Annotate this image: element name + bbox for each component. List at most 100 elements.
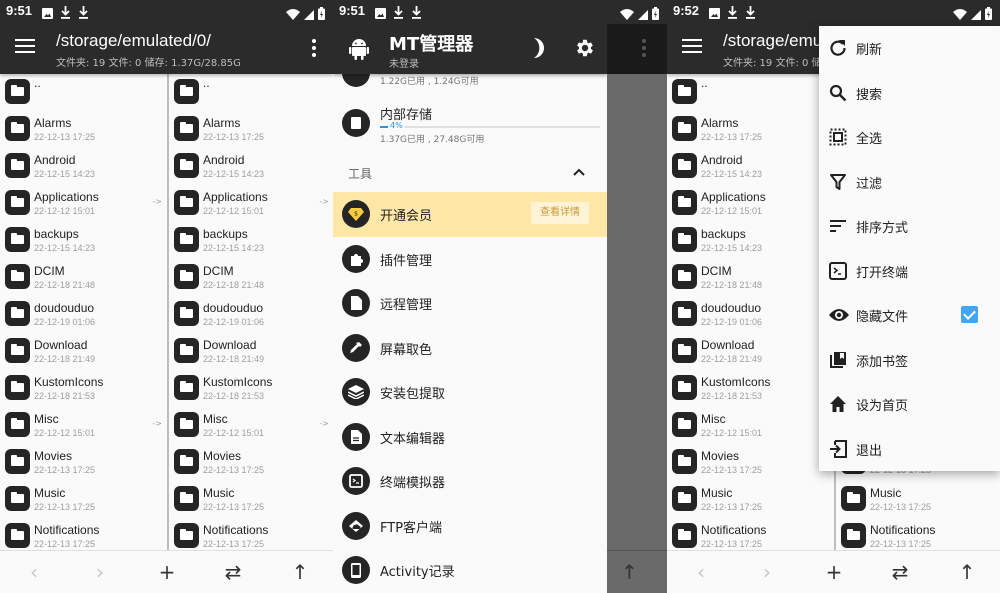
add-button[interactable]: + <box>156 561 178 583</box>
file-row[interactable]: Misc22-12-12 15:01-> <box>667 407 833 444</box>
file-row[interactable]: Android 22-12-15 14:23 <box>667 148 833 185</box>
settings-gear-icon[interactable] <box>574 37 596 63</box>
file-name: KustomIcons <box>203 375 273 389</box>
drawer-item[interactable]: 插件管理 <box>333 237 607 282</box>
more-options-button[interactable] <box>642 39 646 57</box>
drawer-scrim[interactable] <box>607 24 667 593</box>
parent-directory[interactable]: .. <box>0 74 166 111</box>
menu-item[interactable]: 设为首页 <box>819 382 1000 427</box>
file-row[interactable]: backups 22-12-15 14:23 <box>0 222 166 259</box>
up-button[interactable]: ↑ <box>956 561 978 583</box>
swap-panes-button[interactable]: ⇄ <box>889 561 911 583</box>
folder-icon <box>672 449 697 474</box>
layers-icon <box>342 378 370 406</box>
drawer-item[interactable]: 屏幕取色 <box>333 326 607 371</box>
folder-icon <box>5 153 30 178</box>
refresh-icon <box>829 39 847 57</box>
file-name: Movies <box>203 449 242 463</box>
file-row[interactable]: Music 22-12-13 17:25 <box>169 481 333 518</box>
back-button[interactable]: ‹ <box>23 561 45 583</box>
file-row[interactable]: Movies 22-12-13 17:25 <box>0 444 166 481</box>
file-row[interactable]: Notifications 22-12-13 17:25 <box>169 518 333 550</box>
file-row[interactable]: Notifications 22-12-13 17:25 <box>0 518 166 550</box>
parent-directory[interactable]: .. <box>169 74 333 111</box>
chevron-up-icon <box>573 165 585 179</box>
view-details-button[interactable]: 查看详情 <box>531 202 589 224</box>
parent-directory[interactable]: .. <box>667 74 833 111</box>
forward-button[interactable]: › <box>89 561 111 583</box>
file-row[interactable]: DCIM 22-12-18 21:48 <box>169 259 333 296</box>
file-row[interactable]: Misc22-12-12 15:01-> <box>0 407 166 444</box>
file-date: 22-12-13 17:25 <box>203 132 265 142</box>
battery-charging-icon <box>652 5 659 24</box>
file-row[interactable]: Download 22-12-18 21:49 <box>169 333 333 370</box>
folder-icon <box>174 190 199 215</box>
menu-item[interactable]: 刷新 <box>819 26 1000 71</box>
menu-item[interactable]: 排序方式 <box>819 204 1000 249</box>
login-status[interactable]: 未登录 <box>389 55 419 70</box>
file-row[interactable]: KustomIcons 22-12-18 21:53 <box>0 370 166 407</box>
drawer-item[interactable]: 远程管理 <box>333 281 607 326</box>
left-pane[interactable]: .. Alarms 22-12-13 17:25 Android 22-12-15 14… <box>0 74 166 550</box>
more-options-button[interactable] <box>311 39 317 59</box>
left-pane[interactable]: .. Alarms 22-12-13 17:25 Android 22-12-15 14… <box>667 74 833 550</box>
folder-icon <box>5 338 30 363</box>
up-button[interactable]: ↑ <box>621 560 638 584</box>
file-row[interactable]: Misc22-12-12 15:01-> <box>169 407 333 444</box>
file-row[interactable]: doudouduo 22-12-19 01:06 <box>0 296 166 333</box>
drawer-item[interactable]: $ 开通会员 查看详情 <box>333 192 607 237</box>
file-row[interactable]: doudouduo 22-12-19 01:06 <box>169 296 333 333</box>
file-row[interactable]: Movies 22-12-13 17:25 <box>169 444 333 481</box>
right-pane[interactable]: .. Alarms 22-12-13 17:25 Android 22-12-15 14… <box>167 74 333 550</box>
menu-button[interactable] <box>15 39 35 57</box>
file-row[interactable]: backups 22-12-15 14:23 <box>169 222 333 259</box>
file-row[interactable]: DCIM 22-12-18 21:48 <box>667 259 833 296</box>
file-row[interactable]: Music 22-12-13 17:25 <box>836 481 1000 518</box>
file-row[interactable]: KustomIcons 22-12-18 21:53 <box>169 370 333 407</box>
file-row[interactable]: doudouduo 22-12-19 01:06 <box>667 296 833 333</box>
night-mode-icon[interactable] <box>531 37 547 63</box>
file-row[interactable]: Download 22-12-18 21:49 <box>667 333 833 370</box>
hidden-files-checkbox[interactable] <box>961 306 978 323</box>
menu-button[interactable] <box>682 39 702 57</box>
file-name: doudouduo <box>701 301 762 315</box>
drawer-item[interactable]: 终端模拟器 <box>333 459 607 504</box>
file-row[interactable]: Notifications 22-12-13 17:25 <box>667 518 833 550</box>
menu-item[interactable]: 隐藏文件 <box>819 293 1000 338</box>
back-button[interactable]: ‹ <box>690 561 712 583</box>
drawer-item[interactable]: FTP客户端 <box>333 504 607 549</box>
file-row[interactable]: Alarms 22-12-13 17:25 <box>0 111 166 148</box>
file-row[interactable]: Music 22-12-13 17:25 <box>0 481 166 518</box>
add-button[interactable]: + <box>823 561 845 583</box>
file-row[interactable]: Notifications 22-12-13 17:25 <box>836 518 1000 550</box>
file-row[interactable]: Download 22-12-18 21:49 <box>0 333 166 370</box>
menu-item[interactable]: 退出 <box>819 427 1000 472</box>
forward-button[interactable]: › <box>756 561 778 583</box>
drawer-item[interactable]: 文本编辑器 <box>333 415 607 460</box>
file-row[interactable]: Alarms 22-12-13 17:25 <box>169 111 333 148</box>
drawer-item[interactable]: 安装包提取 <box>333 370 607 415</box>
file-row[interactable]: DCIM 22-12-18 21:48 <box>0 259 166 296</box>
menu-item[interactable]: 添加书签 <box>819 338 1000 383</box>
menu-item[interactable]: 打开终端 <box>819 249 1000 294</box>
up-button[interactable]: ↑ <box>289 561 311 583</box>
file-row[interactable]: Movies 22-12-13 17:25 <box>667 444 833 481</box>
menu-item[interactable]: 全选 <box>819 115 1000 160</box>
storage-internal[interactable]: 内部存储 4% 1.37G已用 , 27.48G可用 <box>333 94 607 149</box>
file-row[interactable]: Applications22-12-12 15:01-> <box>0 185 166 222</box>
drawer-item[interactable]: Activity记录 <box>333 548 607 593</box>
file-name: DCIM <box>203 264 234 278</box>
tools-section-header[interactable]: 工具 <box>333 155 607 191</box>
swap-panes-button[interactable]: ⇄ <box>222 561 244 583</box>
file-row[interactable]: Music 22-12-13 17:25 <box>667 481 833 518</box>
file-row[interactable]: Alarms 22-12-13 17:25 <box>667 111 833 148</box>
file-row[interactable]: Android 22-12-15 14:23 <box>169 148 333 185</box>
file-row[interactable]: Android 22-12-15 14:23 <box>0 148 166 185</box>
file-row[interactable]: Applications22-12-12 15:01-> <box>667 185 833 222</box>
file-row[interactable]: KustomIcons 22-12-18 21:53 <box>667 370 833 407</box>
menu-item[interactable]: 过滤 <box>819 160 1000 205</box>
file-row[interactable]: Applications22-12-12 15:01-> <box>169 185 333 222</box>
file-date: 22-12-18 21:48 <box>34 280 96 290</box>
file-row[interactable]: backups 22-12-15 14:23 <box>667 222 833 259</box>
menu-item[interactable]: 搜索 <box>819 71 1000 116</box>
